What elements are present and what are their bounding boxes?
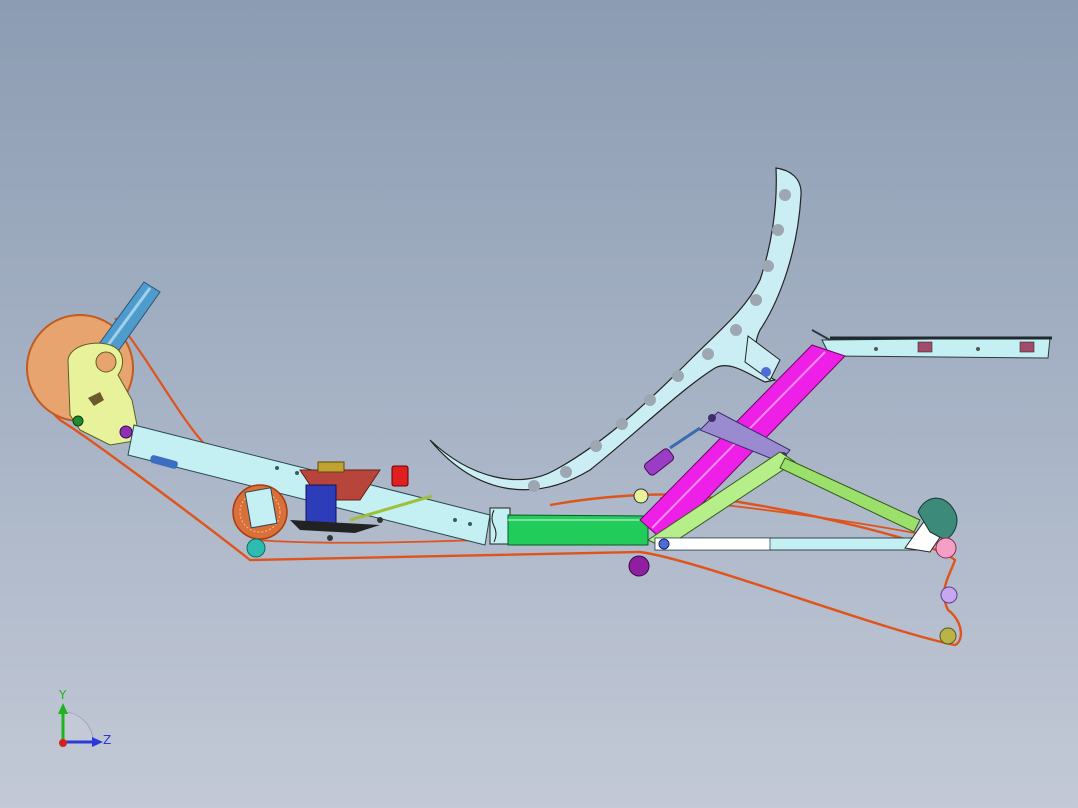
seat-mount-clamp[interactable] bbox=[489, 507, 511, 545]
chain-idler-spheres[interactable] bbox=[628, 555, 958, 645]
recumbent-bike-model[interactable]: Y Z bbox=[0, 0, 1078, 808]
x-axis-dot bbox=[59, 739, 67, 747]
coordinate-triad: Y Z bbox=[58, 688, 111, 747]
idler-pulley[interactable] bbox=[232, 484, 288, 558]
rear-rack[interactable] bbox=[811, 329, 1052, 359]
y-axis-label: Y bbox=[58, 688, 67, 702]
cad-viewport[interactable]: Y Z bbox=[0, 0, 1078, 808]
lower-green-tube[interactable] bbox=[507, 514, 649, 546]
z-axis-label: Z bbox=[103, 733, 111, 747]
